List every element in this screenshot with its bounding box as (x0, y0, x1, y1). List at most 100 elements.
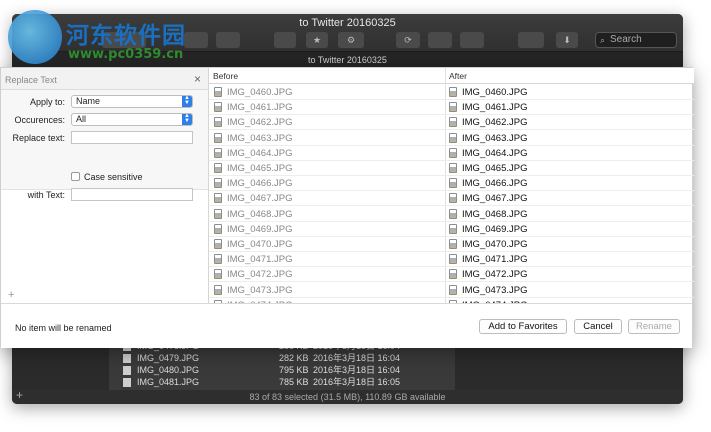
before-filename: IMG_0461.JPG (227, 102, 293, 114)
before-filename: IMG_0463.JPG (227, 132, 293, 144)
rule-header: Replace Text × (1, 68, 208, 90)
add-rule-button[interactable]: + (8, 289, 14, 301)
after-filename: IMG_0468.JPG (462, 208, 528, 220)
image-file-icon (214, 223, 222, 234)
table-row[interactable]: IMG_0464.JPG IMG_0464.JPG (209, 146, 694, 161)
image-file-icon (449, 223, 457, 234)
close-icon[interactable]: × (194, 72, 201, 86)
cancel-button[interactable]: Cancel (574, 319, 622, 334)
info-icon[interactable] (518, 32, 544, 48)
after-filename: IMG_0470.JPG (462, 239, 528, 250)
table-row[interactable]: IMG_0460.JPG IMG_0460.JPG (209, 85, 694, 100)
watermark-url: www.pc0359.cn (68, 47, 184, 62)
after-filename: IMG_0461.JPG (462, 102, 528, 114)
image-file-icon (449, 254, 457, 265)
after-filename: IMG_0473.JPG (462, 284, 528, 296)
image-file-icon (214, 102, 222, 113)
share-icon[interactable] (274, 32, 296, 48)
file-size: 785 KB (279, 377, 309, 387)
image-file-icon (214, 132, 222, 143)
apply-to-select[interactable]: Name ▲ ▼ (71, 95, 193, 108)
image-file-icon (214, 269, 222, 280)
add-to-favorites-button[interactable]: Add to Favorites (479, 319, 567, 334)
table-row[interactable]: IMG_0469.JPG IMG_0469.JPG (209, 222, 694, 237)
case-sensitive-label: Case sensitive (84, 172, 143, 182)
image-file-icon (449, 284, 457, 295)
before-filename: IMG_0464.JPG (227, 147, 293, 159)
replace-text-field[interactable] (71, 131, 193, 144)
apply-to-label: Apply to: (29, 97, 65, 107)
occurences-select[interactable]: All ▲ ▼ (71, 113, 193, 126)
table-row[interactable]: IMG_0470.JPG IMG_0470.JPG (209, 237, 694, 252)
file-date: 2016年3月18日 16:04 (313, 365, 401, 375)
with-text-label: with Text: (27, 190, 65, 200)
add-button[interactable]: + (16, 388, 23, 402)
table-row[interactable]: IMG_0466.JPG IMG_0466.JPG (209, 176, 694, 192)
image-file-icon (449, 102, 457, 113)
sheet-footer: No item will be renamed Add to Favorites… (1, 303, 692, 348)
after-filename: IMG_0462.JPG (462, 117, 528, 129)
table-row[interactable]: IMG_0465.JPG IMG_0465.JPG (209, 161, 694, 176)
before-filename: IMG_0471.JPG (227, 254, 293, 266)
before-filename: IMG_0472.JPG (227, 269, 293, 281)
image-file-icon (123, 354, 131, 363)
rule-title: Replace Text (5, 75, 57, 85)
watermark-logo-icon (8, 10, 62, 64)
search-icon: ⌕ (600, 35, 606, 45)
apply-to-value: Name (76, 96, 101, 106)
after-column-header[interactable]: After (449, 71, 467, 81)
file-row[interactable]: IMG_0480.JPG 795 KB 2016年3月18日 16:04 (109, 364, 455, 376)
gear-icon[interactable]: ⚙ (338, 32, 364, 48)
table-row[interactable]: IMG_0463.JPG IMG_0463.JPG (209, 131, 694, 146)
image-file-icon (449, 132, 457, 143)
rename-sheet: Replace Text × Apply to: Name ▲ ▼ Occuren… (0, 67, 694, 348)
before-filename: IMG_0460.JPG (227, 87, 293, 98)
watermark: 河东软件园 www.pc0359.cn (2, 10, 222, 70)
before-filename: IMG_0473.JPG (227, 284, 293, 296)
table-row[interactable]: IMG_0462.JPG IMG_0462.JPG (209, 115, 694, 131)
case-sensitive-checkbox[interactable] (71, 172, 80, 181)
rules-panel: Replace Text × Apply to: Name ▲ ▼ Occuren… (1, 68, 209, 303)
occurences-value: All (76, 114, 87, 124)
rename-status-message: No item will be renamed (15, 323, 112, 333)
preview-icon[interactable] (428, 32, 452, 48)
file-row[interactable]: IMG_0481.JPG 785 KB 2016年3月18日 16:05 (109, 376, 455, 388)
table-row[interactable]: IMG_0468.JPG IMG_0468.JPG (209, 207, 694, 222)
table-row[interactable]: IMG_0473.JPG IMG_0473.JPG (209, 283, 694, 298)
table-row[interactable]: IMG_0471.JPG IMG_0471.JPG (209, 252, 694, 268)
image-file-icon (214, 193, 222, 204)
after-filename: IMG_0460.JPG (462, 87, 528, 98)
search-field[interactable]: ⌕ Search (595, 32, 677, 48)
image-file-icon (449, 87, 457, 97)
before-filename: IMG_0466.JPG (227, 178, 293, 190)
table-row[interactable]: IMG_0461.JPG IMG_0461.JPG (209, 100, 694, 116)
image-file-icon (123, 378, 131, 387)
table-row[interactable]: IMG_0472.JPG IMG_0472.JPG (209, 267, 694, 283)
tag-icon[interactable] (460, 32, 484, 48)
table-header: Before After (209, 68, 694, 84)
image-file-icon (214, 87, 222, 97)
before-column-header[interactable]: Before (213, 71, 238, 81)
replace-text-label: Replace text: (12, 133, 65, 143)
image-file-icon (449, 117, 457, 128)
image-file-icon (214, 117, 222, 128)
file-row[interactable]: IMG_0479.JPG 282 KB 2016年3月18日 16:04 (109, 352, 455, 364)
after-filename: IMG_0469.JPG (462, 223, 528, 235)
table-row[interactable]: IMG_0467.JPG IMG_0467.JPG (209, 191, 694, 207)
with-text-field[interactable] (71, 188, 193, 201)
status-bar: 83 of 83 selected (31.5 MB), 110.89 GB a… (12, 390, 683, 404)
after-filename: IMG_0463.JPG (462, 132, 528, 144)
image-file-icon (214, 208, 222, 219)
refresh-icon[interactable]: ⟳ (396, 32, 420, 48)
rename-button[interactable]: Rename (628, 319, 680, 334)
file-name: IMG_0481.JPG (137, 377, 200, 387)
image-file-icon (214, 163, 222, 173)
image-file-icon (449, 239, 457, 249)
file-name: IMG_0480.JPG (137, 365, 200, 375)
before-filename: IMG_0469.JPG (227, 223, 293, 235)
watermark-title: 河东软件园 (66, 23, 186, 49)
image-file-icon (449, 208, 457, 219)
download-icon[interactable]: ⬇ (556, 32, 578, 48)
star-icon[interactable]: ★ (306, 32, 328, 48)
image-file-icon (449, 178, 457, 189)
